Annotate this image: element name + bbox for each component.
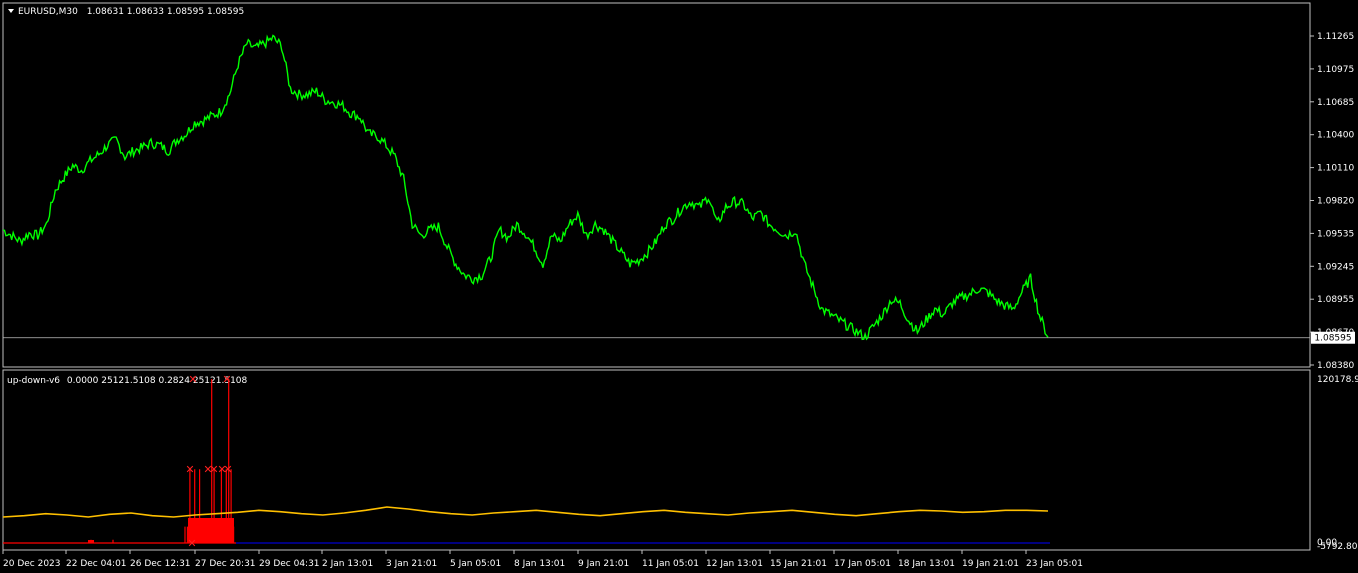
time-tick-label: 8 Jan 13:01 bbox=[514, 559, 565, 569]
price-y-tick-label: 1.10110 bbox=[1317, 164, 1354, 174]
time-tick-label: 11 Jan 05:01 bbox=[642, 559, 699, 569]
indicator-panel: up-down-v6 0.0000 25121.5108 0.2824 2512… bbox=[2, 369, 1358, 552]
current-price-label: 1.08595 bbox=[1314, 334, 1351, 344]
time-tick-label: 26 Dec 12:31 bbox=[130, 559, 191, 569]
cross-marker-icon: ✕ bbox=[187, 537, 196, 550]
price-y-tick-label: 1.09245 bbox=[1317, 262, 1354, 272]
time-axis: 20 Dec 2023 22 Dec 04:01 26 Dec 12:31 27 De… bbox=[2, 550, 1083, 569]
indicator-y-tick-label: 120178.93 bbox=[1317, 375, 1358, 385]
time-tick-label: 27 Dec 20:31 bbox=[195, 559, 256, 569]
cross-marker-icon: ✕ bbox=[185, 463, 194, 476]
time-tick-label: 19 Jan 21:01 bbox=[962, 559, 1019, 569]
ohlc-label: 1.08631 1.08633 1.08595 1.08595 bbox=[87, 7, 244, 17]
price-panel-frame bbox=[2, 2, 1311, 368]
time-tick-label: 17 Jan 05:01 bbox=[834, 559, 891, 569]
price-y-tick-label: 1.10400 bbox=[1317, 131, 1354, 141]
time-tick-label: 12 Jan 13:01 bbox=[706, 559, 763, 569]
time-tick-label: 18 Jan 13:01 bbox=[898, 559, 955, 569]
time-tick-label: 9 Jan 21:01 bbox=[578, 559, 629, 569]
indicator-values: 0.0000 25121.5108 0.2824 25121.5108 bbox=[67, 376, 248, 386]
cross-marker-icon: ✕ bbox=[188, 373, 197, 386]
price-y-tick-label: 1.08380 bbox=[1317, 361, 1354, 371]
indicator-name: up-down-v6 bbox=[7, 376, 60, 386]
chart: 1.11265 1.10975 1.10685 1.10400 1.10110 1.098… bbox=[2, 2, 1358, 569]
cross-marker-icon: ✕ bbox=[223, 463, 232, 476]
indicator-y-tick-label: -5792.806 bbox=[1317, 542, 1358, 552]
price-y-tick-label: 1.09820 bbox=[1317, 197, 1354, 207]
indicator-small-bar bbox=[88, 540, 94, 543]
time-tick-label: 22 Dec 04:01 bbox=[66, 559, 127, 569]
price-y-tick-label: 1.09535 bbox=[1317, 229, 1354, 239]
time-tick-label: 15 Jan 21:01 bbox=[770, 559, 827, 569]
price-y-tick-label: 1.10975 bbox=[1317, 65, 1354, 75]
price-y-tick-label: 1.08955 bbox=[1317, 295, 1354, 305]
time-tick-label: 29 Dec 04:31 bbox=[259, 559, 320, 569]
indicator-y-axis: 120178.930.00-5792.806 bbox=[1317, 375, 1358, 552]
time-tick-label: 23 Jan 05:01 bbox=[1026, 559, 1083, 569]
price-y-tick-label: 1.10685 bbox=[1317, 98, 1354, 108]
price-y-tick-label: 1.11265 bbox=[1317, 32, 1354, 42]
time-tick-label: 20 Dec 2023 bbox=[3, 559, 61, 569]
time-tick-label: 3 Jan 21:01 bbox=[386, 559, 437, 569]
cross-marker-icon: ✕ bbox=[222, 373, 231, 386]
price-y-axis: 1.11265 1.10975 1.10685 1.10400 1.10110 1.098… bbox=[1310, 32, 1354, 371]
time-tick-label: 2 Jan 13:01 bbox=[322, 559, 373, 569]
price-panel: 1.11265 1.10975 1.10685 1.10400 1.10110 1.098… bbox=[2, 2, 1355, 371]
time-tick-label: 5 Jan 05:01 bbox=[450, 559, 501, 569]
symbol-label: EURUSD,M30 bbox=[18, 7, 78, 17]
price-header: EURUSD,M30 1.08631 1.08633 1.08595 1.085… bbox=[18, 7, 244, 17]
